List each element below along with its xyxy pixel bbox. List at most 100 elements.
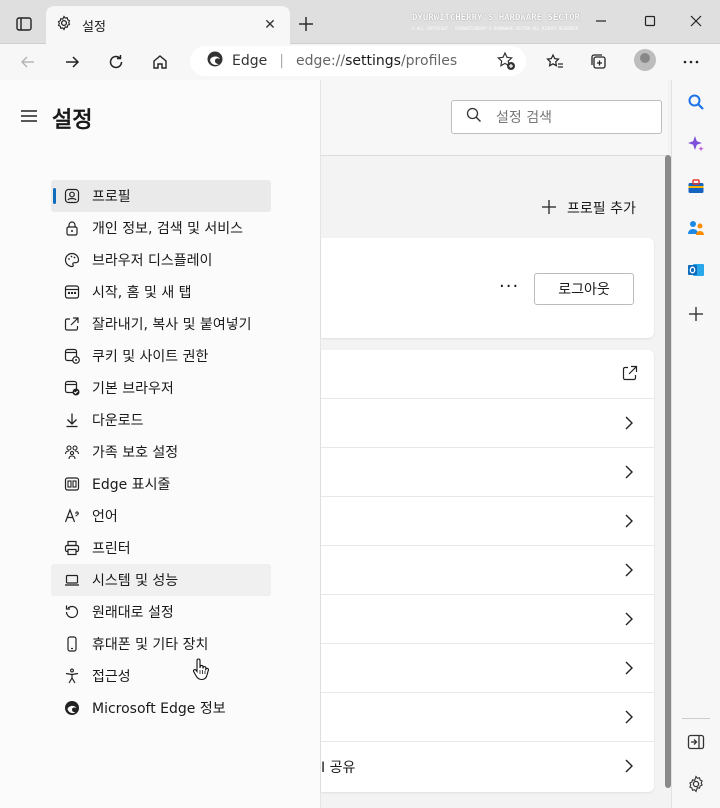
settings-row[interactable]	[321, 399, 654, 448]
sidebar-item-label: 기본 브라우저	[92, 381, 174, 397]
settings-row[interactable]	[321, 644, 654, 693]
minimize-button[interactable]	[588, 10, 614, 32]
search-icon[interactable]	[684, 90, 708, 114]
default-browser-icon	[64, 380, 80, 396]
add-profile-label: 프로필 추가	[567, 201, 636, 217]
sidebar-item-label: 언어	[92, 509, 118, 525]
download-icon	[64, 412, 80, 428]
reset-icon	[64, 604, 80, 620]
address-brand: Edge	[232, 53, 268, 69]
sidebar-item-share-copy-paste[interactable]: 잘라내기, 복사 및 붙여넣기	[51, 308, 271, 340]
search-placeholder: 설정 검색	[496, 110, 552, 126]
chevron-right-icon	[624, 611, 634, 631]
sidebar-item-downloads[interactable]: 다운로드	[51, 404, 271, 436]
sidebar-item-edge-bar[interactable]: Edge 표시줄	[51, 468, 271, 500]
phone-icon	[64, 636, 80, 652]
sidebar-item-label: 잘라내기, 복사 및 붙여넣기	[92, 317, 252, 333]
sidebar-item-label: 브라우저 디스플레이	[92, 253, 213, 269]
close-window-button[interactable]	[683, 10, 709, 32]
sidebar-item-start-home[interactable]: 시작, 홈 및 새 탭	[51, 276, 271, 308]
settings-row[interactable]	[321, 448, 654, 497]
edge-logo-icon	[64, 700, 80, 716]
more-options-icon[interactable]	[677, 48, 705, 76]
sidebar-item-profiles[interactable]: 프로필	[51, 180, 271, 212]
tab-actions-icon[interactable]	[10, 10, 38, 38]
printer-icon	[64, 540, 80, 556]
sidebar-item-accessibility[interactable]: 접근성	[51, 660, 271, 692]
settings-row[interactable]	[321, 595, 654, 644]
address-separator: |	[279, 53, 284, 69]
sidebar-item-system[interactable]: 시스템 및 성능	[51, 564, 271, 596]
copilot-sparkle-icon[interactable]	[684, 132, 708, 156]
sidebar-item-label: 원래대로 설정	[92, 605, 174, 621]
sidebar-header: 설정	[20, 102, 92, 134]
tools-icon[interactable]	[684, 174, 708, 198]
settings-row[interactable]	[321, 546, 654, 595]
sidebar-item-phone[interactable]: 휴대폰 및 기타 장치	[51, 628, 271, 660]
add-sidebar-app-icon[interactable]	[684, 302, 708, 326]
edge-bar-icon	[64, 476, 80, 492]
forward-button[interactable]	[58, 48, 86, 76]
search-input[interactable]: 설정 검색	[451, 100, 662, 134]
sidebar-item-reset[interactable]: 원래대로 설정	[51, 596, 271, 628]
more-actions-button[interactable]: ···	[499, 276, 519, 297]
sidebar-item-family[interactable]: 가족 보호 설정	[51, 436, 271, 468]
start-page-icon	[64, 284, 80, 300]
external-link-icon	[622, 365, 638, 385]
sidebar-item-label: Microsoft Edge 정보	[92, 701, 226, 717]
settings-row[interactable]	[321, 693, 654, 742]
add-profile-button[interactable]: 프로필 추가	[541, 196, 636, 220]
collections-icon[interactable]	[585, 48, 613, 76]
sidebar-item-cookies[interactable]: 쿠키 및 사이트 권한	[51, 340, 271, 372]
outlook-icon[interactable]	[684, 258, 708, 282]
chevron-right-icon	[624, 464, 634, 484]
refresh-button[interactable]	[102, 48, 130, 76]
people-icon[interactable]	[684, 216, 708, 240]
home-button[interactable]	[146, 48, 174, 76]
chevron-right-icon	[624, 513, 634, 533]
new-tab-button[interactable]	[294, 12, 318, 36]
sidebar-item-label: 프린터	[92, 541, 131, 557]
hamburger-menu-icon[interactable]	[20, 109, 38, 127]
tab-close-button[interactable]: ✕	[260, 15, 280, 35]
address-bar[interactable]: Edge | edge://settings/profiles	[190, 46, 526, 76]
sidebar-item-default-browser[interactable]: 기본 브라우저	[51, 372, 271, 404]
edge-logo-icon	[206, 50, 224, 72]
sidebar-item-appearance[interactable]: 브라우저 디스플레이	[51, 244, 271, 276]
toolbar: Edge | edge://settings/profiles	[0, 44, 720, 80]
sidebar-item-languages[interactable]: 언어	[51, 500, 271, 532]
watermark-subtitle: © ALL COPYRIGHT · DYURWITCHERRY'S HARDWA…	[412, 26, 579, 31]
back-button[interactable]	[14, 48, 42, 76]
palette-icon	[64, 252, 80, 268]
tab-title: 설정	[82, 19, 106, 35]
profile-icon	[64, 188, 80, 204]
favorites-icon[interactable]	[541, 48, 569, 76]
settings-row[interactable]	[321, 497, 654, 546]
tab-settings[interactable]: 설정 ✕	[46, 6, 290, 44]
sidebar-item-label: 시작, 홈 및 새 탭	[92, 285, 192, 301]
sidebar-item-printers[interactable]: 프린터	[51, 532, 271, 564]
main-content: 설정 검색 프로필 추가 ··· 로그아웃 I 공유	[321, 80, 668, 808]
family-icon	[64, 444, 80, 460]
edge-sidebar	[671, 80, 720, 808]
sidebar-item-about[interactable]: Microsoft Edge 정보	[51, 692, 271, 724]
sidebar-item-label: 휴대폰 및 기타 장치	[92, 637, 209, 653]
sidebar-item-label: 시스템 및 성능	[92, 573, 179, 589]
settings-row[interactable]	[321, 350, 654, 399]
chevron-right-icon	[624, 562, 634, 582]
sidebar-item-label: 프로필	[92, 189, 131, 205]
avatar[interactable]	[634, 49, 656, 71]
settings-nav: 프로필 개인 정보, 검색 및 서비스 브라우저 디스플레이 시작, 홈 및 새…	[51, 180, 271, 724]
maximize-button[interactable]	[637, 10, 663, 32]
profile-settings-list: I 공유	[321, 350, 654, 792]
hide-sidebar-icon[interactable]	[684, 730, 708, 754]
gear-icon[interactable]	[684, 772, 708, 796]
accessibility-icon	[64, 668, 80, 684]
sidebar-item-label: 접근성	[92, 669, 131, 685]
sidebar-item-privacy[interactable]: 개인 정보, 검색 및 서비스	[51, 212, 271, 244]
logout-button[interactable]: 로그아웃	[534, 273, 634, 305]
plus-icon	[541, 196, 557, 220]
rail-divider	[682, 718, 710, 719]
add-favorite-icon[interactable]	[496, 51, 516, 75]
settings-row[interactable]: I 공유	[321, 742, 654, 791]
